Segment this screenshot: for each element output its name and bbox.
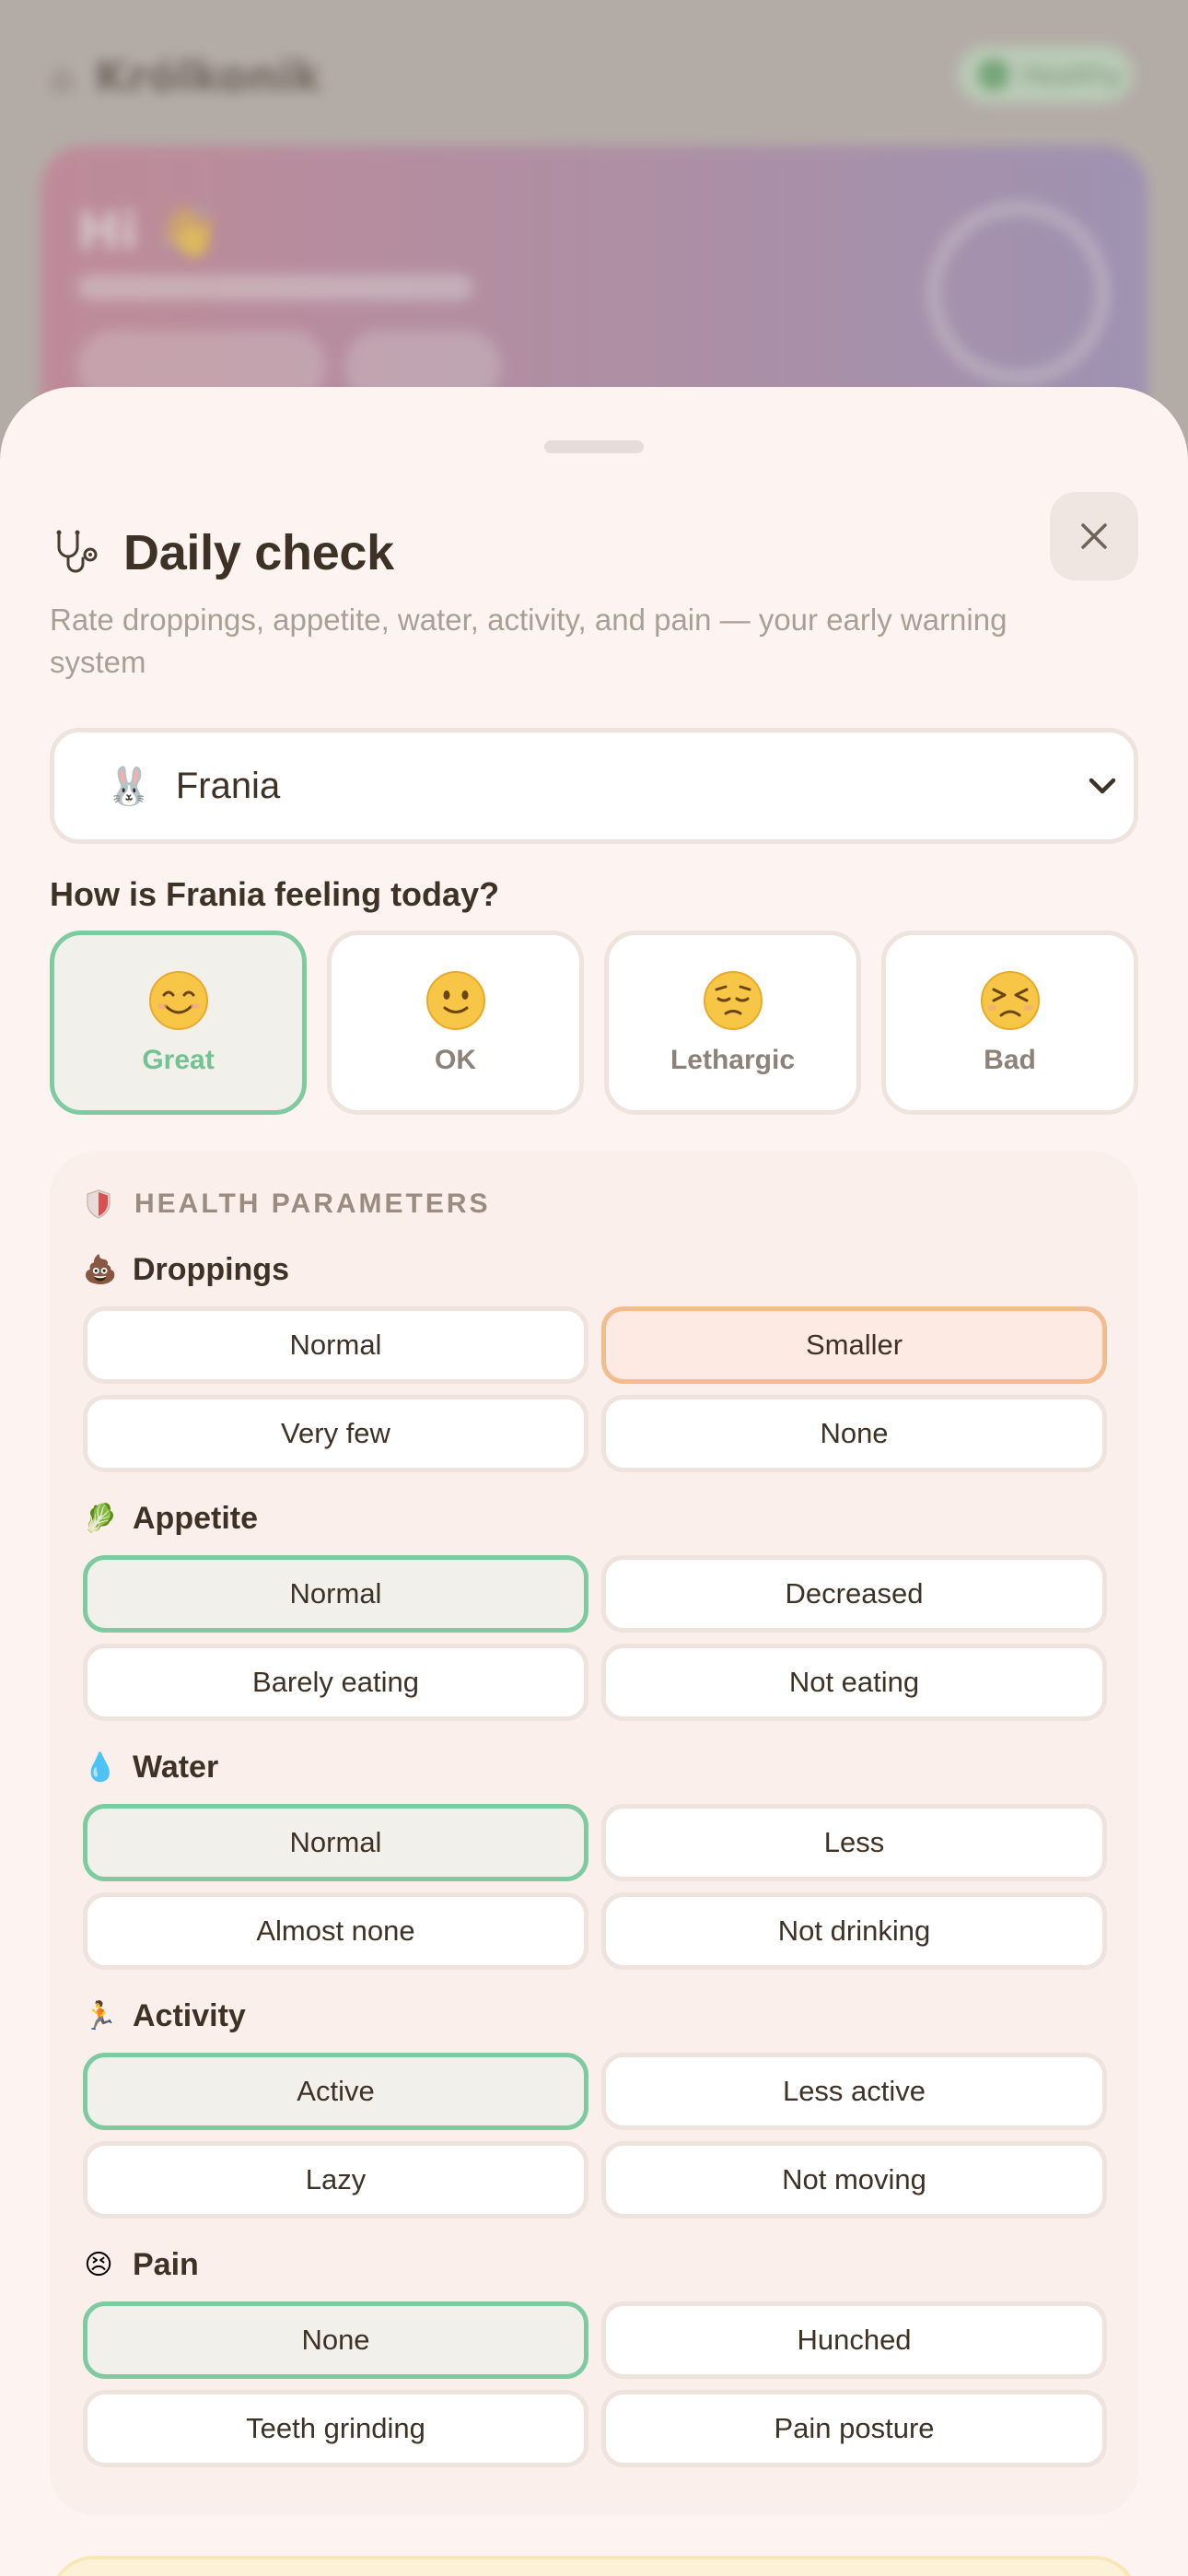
persevering-face-icon: 😣	[84, 2248, 113, 2281]
pet-select[interactable]: 🐰 Frania	[50, 728, 1138, 844]
persevering-face-icon	[980, 971, 1040, 1030]
pensive-face-icon	[703, 971, 763, 1030]
health-parameters-card: HEALTH PARAMETERS 💩 Droppings Normal Sma…	[50, 1152, 1138, 2515]
option-appetite-decreased[interactable]: Decreased	[601, 1555, 1107, 1633]
mood-question: How is Frania feeling today?	[50, 875, 500, 913]
sheet-grabber[interactable]	[544, 440, 644, 453]
leafy-green-icon: 🥬	[83, 1502, 118, 1535]
param-group-title: Activity	[133, 1997, 246, 2033]
option-water-almost-none[interactable]: Almost none	[83, 1892, 588, 1970]
param-group-header: 🏃 Activity	[83, 1992, 1107, 2040]
mood-label: Great	[142, 1045, 215, 1075]
water-drop-icon: 💧	[83, 1751, 118, 1784]
param-options: None Hunched Teeth grinding Pain posture	[83, 2301, 1107, 2467]
mood-label: Bad	[984, 1045, 1036, 1075]
option-appetite-not-eating[interactable]: Not eating	[601, 1644, 1107, 1721]
smiling-face-icon	[148, 971, 208, 1030]
param-options: Normal Less Almost none Not drinking	[83, 1804, 1107, 1970]
param-group-header: 🥬 Appetite	[83, 1494, 1107, 1542]
param-group-activity: 🏃 Activity Active Less active Lazy Not m…	[83, 1992, 1107, 2219]
rabbit-logo-icon: ⌂	[50, 53, 75, 100]
chevron-down-icon	[1089, 778, 1116, 794]
app-title: Królkonik	[94, 52, 321, 101]
param-group-water: 💧 Water Normal Less Almost none Not drin…	[83, 1743, 1107, 1970]
param-options: Normal Decreased Barely eating Not eatin…	[83, 1555, 1107, 1721]
status-badge: Healthy	[958, 46, 1133, 103]
param-group-droppings: 💩 Droppings Normal Smaller Very few None	[83, 1246, 1107, 1472]
health-parameters-title: HEALTH PARAMETERS	[134, 1188, 491, 1219]
mood-option-great[interactable]: Great	[50, 931, 307, 1115]
option-droppings-smaller[interactable]: Smaller	[601, 1306, 1107, 1384]
param-group-title: Pain	[133, 2246, 199, 2282]
rabbit-icon: 🐰	[106, 765, 152, 808]
param-group-title: Appetite	[133, 1500, 258, 1536]
close-icon	[1081, 523, 1107, 549]
mood-selector: Great OK Lethargic Bad	[50, 931, 1138, 1115]
param-group-title: Water	[133, 1749, 219, 1785]
pet-select-value: Frania	[175, 765, 281, 806]
param-group-header: 💧 Water	[83, 1743, 1107, 1791]
option-droppings-normal[interactable]: Normal	[83, 1306, 588, 1384]
option-pain-none[interactable]: None	[83, 2301, 588, 2379]
option-activity-not-moving[interactable]: Not moving	[601, 2141, 1107, 2219]
option-water-normal[interactable]: Normal	[83, 1804, 588, 1881]
param-group-title: Droppings	[133, 1251, 289, 1287]
param-group-pain: 😣 Pain None Hunched Teeth grinding Pain …	[83, 2241, 1107, 2467]
next-section-card	[50, 2556, 1138, 2576]
stethoscope-icon	[56, 530, 98, 573]
page-title: Daily check	[123, 525, 394, 580]
option-appetite-normal[interactable]: Normal	[83, 1555, 588, 1633]
slightly-smiling-face-icon	[425, 971, 485, 1030]
option-water-not-drinking[interactable]: Not drinking	[601, 1892, 1107, 1970]
health-parameters-header: HEALTH PARAMETERS	[85, 1188, 491, 1220]
summary-subtitle-bar	[77, 275, 473, 300]
running-icon: 🏃	[83, 1999, 118, 2032]
param-options: Normal Smaller Very few None	[83, 1306, 1107, 1472]
mood-label: OK	[435, 1045, 476, 1075]
sheet-header: Daily check	[50, 507, 394, 599]
option-appetite-barely-eating[interactable]: Barely eating	[83, 1644, 588, 1721]
shield-icon	[87, 1189, 111, 1219]
mood-option-bad[interactable]: Bad	[881, 931, 1138, 1115]
option-pain-hunched[interactable]: Hunched	[601, 2301, 1107, 2379]
option-droppings-very-few[interactable]: Very few	[83, 1395, 588, 1472]
param-group-appetite: 🥬 Appetite Normal Decreased Barely eatin…	[83, 1494, 1107, 1721]
param-options: Active Less active Lazy Not moving	[83, 2053, 1107, 2219]
greeting: Hi 👋	[77, 202, 221, 262]
droppings-icon: 💩	[83, 1253, 118, 1286]
app-header: ⌂ Królkonik	[50, 46, 320, 107]
param-group-header: 💩 Droppings	[83, 1246, 1107, 1294]
option-activity-lazy[interactable]: Lazy	[83, 2141, 588, 2219]
mood-label: Lethargic	[670, 1045, 796, 1075]
option-water-less[interactable]: Less	[601, 1804, 1107, 1881]
close-button[interactable]	[1050, 492, 1138, 580]
option-pain-teeth-grinding[interactable]: Teeth grinding	[83, 2390, 588, 2467]
option-pain-pain-posture[interactable]: Pain posture	[601, 2390, 1107, 2467]
progress-ring	[926, 201, 1111, 385]
status-dot-icon	[978, 59, 1009, 90]
option-activity-active[interactable]: Active	[83, 2053, 588, 2130]
param-group-header: 😣 Pain	[83, 2241, 1107, 2289]
status-label: Healthy	[1022, 59, 1123, 90]
option-droppings-none[interactable]: None	[601, 1395, 1107, 1472]
option-activity-less-active[interactable]: Less active	[601, 2053, 1107, 2130]
mood-option-lethargic[interactable]: Lethargic	[604, 931, 861, 1115]
sheet-subtitle: Rate droppings, appetite, water, activit…	[50, 603, 1007, 679]
mood-option-ok[interactable]: OK	[327, 931, 584, 1115]
daily-check-sheet: Daily check Rate droppings, appetite, wa…	[0, 387, 1188, 2576]
